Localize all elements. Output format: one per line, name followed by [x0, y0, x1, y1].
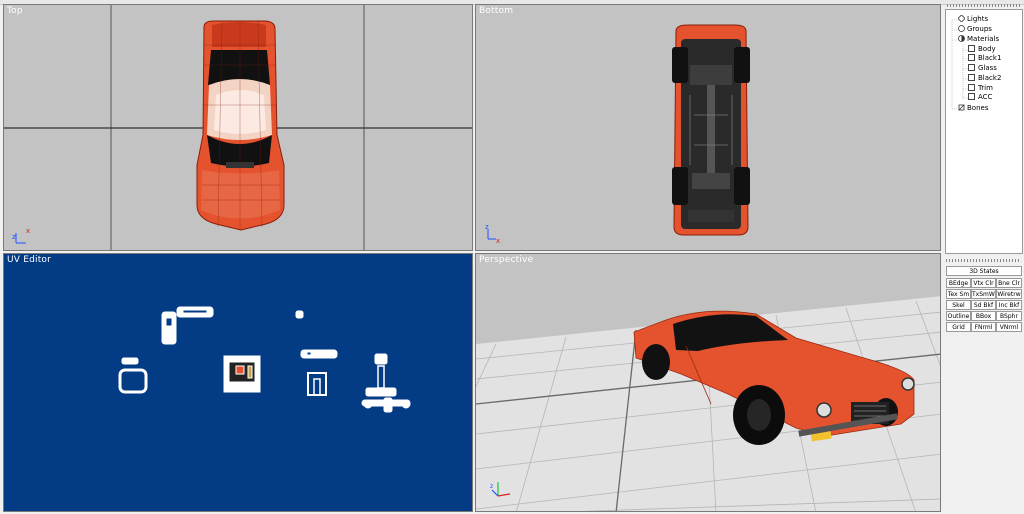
tree-item-bones[interactable]: Bones — [958, 104, 988, 113]
tree-label: Trim — [978, 84, 993, 92]
uv-editor-canvas — [118, 306, 411, 413]
bones-icon — [958, 104, 965, 111]
state-button-skel[interactable]: Skel — [946, 300, 971, 310]
panel-grip-top[interactable] — [947, 4, 1022, 7]
axis-gizmo-bottom: x z — [485, 223, 500, 245]
tree-label: Black1 — [978, 54, 1002, 62]
state-button-sd-bkf[interactable]: Sd Bkf — [971, 300, 996, 310]
scene-tree-panel: Lights Groups Materials Body Black1 Glas… — [945, 9, 1023, 254]
tree-item-material-acc[interactable]: ACC — [968, 93, 992, 102]
perspective-canvas: z — [476, 254, 940, 511]
tree-label: Bones — [967, 104, 989, 112]
material-icon — [968, 74, 975, 81]
state-button-vtx-clr[interactable]: Vtx Clr — [971, 278, 996, 288]
tree-item-groups[interactable]: Groups — [958, 25, 992, 34]
bottom-view-canvas: x z — [485, 24, 750, 245]
panel-grip-states[interactable] — [946, 259, 1021, 262]
tree-item-materials[interactable]: Materials — [958, 35, 999, 44]
car-bottom-model — [672, 24, 750, 236]
svg-text:z: z — [12, 233, 16, 241]
viewport-title-top: Top — [7, 6, 23, 16]
material-icon — [968, 93, 975, 100]
tree-label: ACC — [978, 93, 993, 101]
viewport-title-bottom: Bottom — [479, 6, 514, 16]
state-button-txsmwr[interactable]: TxSmWr — [971, 289, 996, 299]
material-icon — [968, 45, 975, 52]
tree-item-material-glass[interactable]: Glass — [968, 64, 997, 73]
tree-label: Glass — [978, 64, 997, 72]
tree-label: Lights — [967, 15, 989, 23]
viewport-uv-editor[interactable]: UV Editor — [3, 253, 473, 512]
uv-islands — [118, 306, 411, 413]
material-icon — [968, 64, 975, 71]
state-button-bsphr[interactable]: BSphr — [996, 311, 1022, 321]
svg-text:z: z — [485, 223, 489, 231]
state-button-bne-clr[interactable]: Bne Clr — [996, 278, 1022, 288]
material-icon — [968, 54, 975, 61]
state-button-outline[interactable]: Outline — [946, 311, 971, 321]
svg-text:x: x — [496, 237, 500, 245]
state-button-bedge[interactable]: BEdge — [946, 278, 971, 288]
car-top-model — [196, 20, 285, 231]
tree-label: Body — [978, 45, 996, 53]
svg-text:x: x — [26, 227, 30, 235]
state-button-vnrml[interactable]: VNrml — [996, 322, 1022, 332]
tree-label: Black2 — [978, 74, 1002, 82]
state-button-tex-sm[interactable]: Tex Sm — [946, 289, 971, 299]
tree-label: Groups — [967, 25, 992, 33]
tree-label: Materials — [967, 35, 1000, 43]
state-button-fnrml[interactable]: FNrml — [971, 322, 996, 332]
state-button-inc-bkf[interactable]: Inc Bkf — [996, 300, 1022, 310]
viewport-top[interactable]: x z Top — [3, 4, 473, 251]
light-icon — [957, 14, 966, 23]
tree-item-material-body[interactable]: Body — [968, 45, 996, 54]
3d-states-title-button[interactable]: 3D States — [946, 266, 1022, 276]
tree-item-material-black2[interactable]: Black2 — [968, 74, 1001, 83]
tree-item-material-black1[interactable]: Black1 — [968, 54, 1001, 63]
top-view-canvas: x z — [4, 5, 472, 250]
material-icon — [968, 84, 975, 91]
state-button-wireframe[interactable]: Wiretrw — [996, 289, 1022, 299]
viewport-title-perspective: Perspective — [479, 255, 534, 265]
tree-item-lights[interactable]: Lights — [957, 14, 989, 24]
state-button-grid[interactable]: Grid — [946, 322, 971, 332]
svg-text:z: z — [490, 483, 493, 490]
viewport-perspective[interactable]: z Perspective — [475, 253, 941, 512]
materials-icon — [958, 35, 965, 42]
groups-icon — [958, 25, 965, 32]
viewport-bottom[interactable]: x z Bottom — [475, 4, 941, 251]
state-button-bbox[interactable]: BBox — [971, 311, 996, 321]
viewport-title-uv: UV Editor — [7, 255, 52, 265]
axis-gizmo: x z — [12, 227, 30, 244]
tree-item-material-trim[interactable]: Trim — [968, 84, 993, 93]
